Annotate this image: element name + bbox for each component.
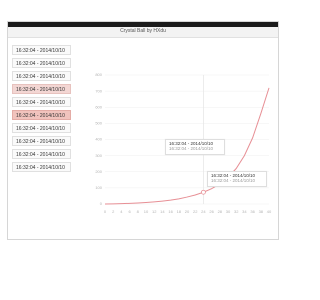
x-tick-label: 26 (209, 209, 214, 214)
x-tick-label: 10 (144, 209, 149, 214)
x-tick-label: 36 (250, 209, 255, 214)
list-item[interactable]: 16:32:04 - 2014/10/10 (12, 136, 71, 146)
tooltip-secondary: 16:32:04 - 2014/10/10 16:32:04 - 2014/10… (207, 171, 267, 187)
x-tick-label: 18 (177, 209, 182, 214)
x-tick-label: 34 (242, 209, 247, 214)
x-tick-label: 20 (185, 209, 190, 214)
app-window: Crystal Ball by HXdu 16:32:04 - 2014/10/… (7, 21, 279, 240)
x-tick-label: 4 (120, 209, 123, 214)
data-point (260, 113, 262, 115)
data-point (244, 155, 246, 157)
data-point (112, 203, 114, 205)
y-tick-label: 600 (95, 104, 102, 109)
y-tick-label: 300 (95, 153, 102, 158)
x-tick-label: 6 (128, 209, 131, 214)
x-tick-label: 30 (226, 209, 231, 214)
y-tick-label: 0 (100, 201, 103, 206)
tooltip-main-line2: 16:32:04 - 2014/10/10 (169, 146, 214, 151)
data-point (129, 203, 131, 205)
data-point (153, 201, 155, 203)
data-point (252, 137, 254, 139)
list-item[interactable]: 16:32:04 - 2014/10/10 (12, 149, 71, 159)
x-tick-label: 0 (104, 209, 107, 214)
x-tick-label: 32 (234, 209, 239, 214)
list-item[interactable]: 16:32:04 - 2014/10/10 (12, 45, 71, 55)
y-tick-label: 200 (95, 169, 102, 174)
list-item[interactable]: 16:32:04 - 2014/10/10 (12, 71, 71, 81)
data-point (170, 199, 172, 201)
y-tick-label: 100 (95, 185, 102, 190)
app-title: Crystal Ball by HXdu (120, 28, 166, 34)
data-point (121, 203, 123, 205)
data-point (145, 202, 147, 204)
data-point (235, 168, 237, 170)
x-tick-label: 40 (267, 209, 272, 214)
x-tick-label: 22 (193, 209, 198, 214)
y-tick-label: 400 (95, 137, 102, 142)
data-point (194, 194, 196, 196)
y-tick-label: 700 (95, 88, 102, 93)
list-item[interactable]: 16:32:04 - 2014/10/10 (12, 58, 71, 68)
tooltip-main: 16:32:04 - 2014/10/10 16:32:04 - 2014/10… (165, 139, 225, 155)
x-tick-label: 12 (152, 209, 157, 214)
x-tick-label: 38 (259, 209, 264, 214)
x-tick-label: 24 (201, 209, 206, 214)
list-item[interactable]: 16:32:04 - 2014/10/10 (12, 123, 71, 133)
data-point (162, 200, 164, 202)
history-list: 16:32:04 - 2014/10/10 16:32:04 - 2014/10… (12, 45, 71, 175)
data-point (178, 198, 180, 200)
data-point (211, 188, 213, 190)
data-point (186, 196, 188, 198)
x-tick-label: 16 (168, 209, 173, 214)
data-point (137, 202, 139, 204)
title-bar: Crystal Ball by HXdu (8, 27, 278, 38)
data-point (268, 87, 270, 89)
highlighted-data-point[interactable] (201, 189, 206, 195)
x-tick-label: 28 (218, 209, 223, 214)
x-tick-label: 2 (112, 209, 115, 214)
y-tick-label: 500 (95, 121, 102, 126)
list-item[interactable]: 16:32:04 - 2014/10/10 (12, 110, 71, 120)
list-item[interactable]: 16:32:04 - 2014/10/10 (12, 84, 71, 94)
tooltip-secondary-line2: 16:32:04 - 2014/10/10 (211, 178, 256, 183)
data-point (104, 203, 106, 205)
y-tick-label: 800 (95, 72, 102, 77)
x-tick-label: 8 (137, 209, 140, 214)
list-item[interactable]: 16:32:04 - 2014/10/10 (12, 162, 71, 172)
x-tick-label: 14 (160, 209, 165, 214)
list-item[interactable]: 16:32:04 - 2014/10/10 (12, 97, 71, 107)
